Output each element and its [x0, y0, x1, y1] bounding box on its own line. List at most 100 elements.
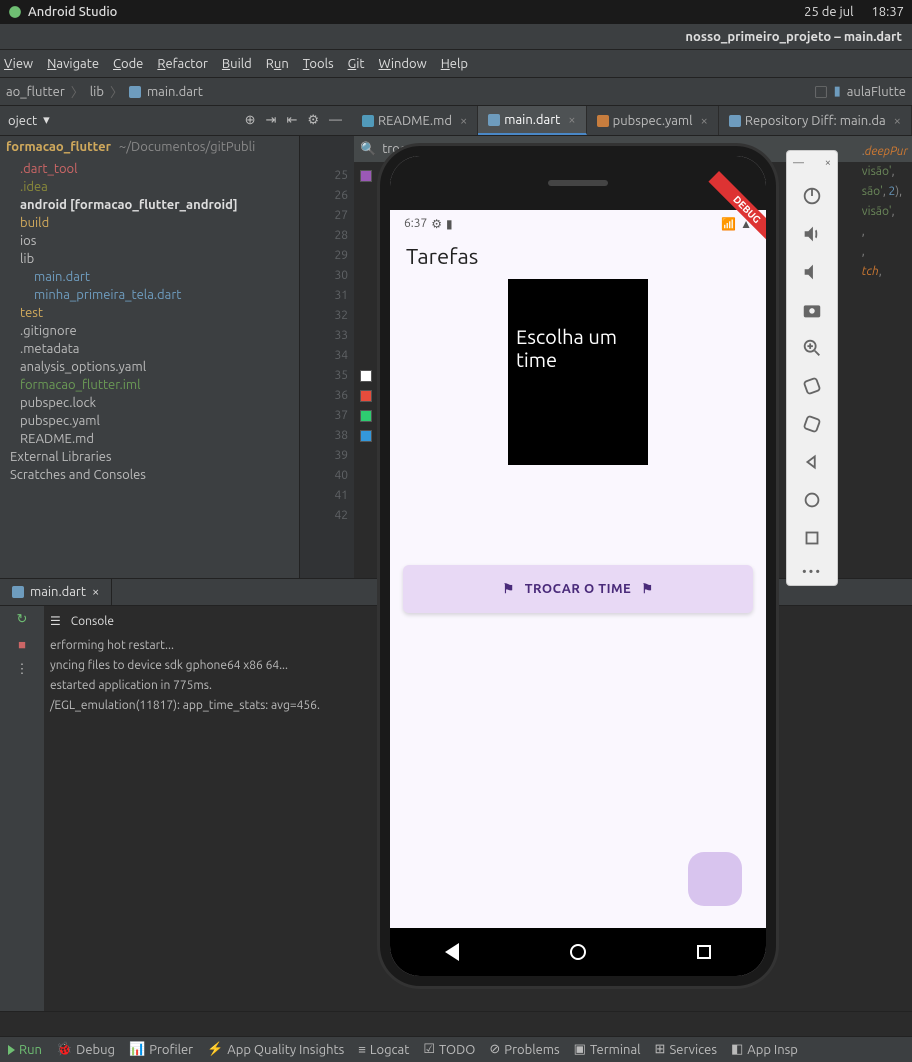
color-swatch	[360, 410, 372, 422]
tool-logcat[interactable]: ≡ Logcat	[358, 1042, 409, 1057]
tool-debug[interactable]: 🐞 Debug	[56, 1042, 115, 1057]
collapse-icon[interactable]: ⇤	[286, 113, 297, 128]
menu-help[interactable]: Help	[441, 57, 468, 71]
tool-terminal[interactable]: ▣ Terminal	[574, 1042, 641, 1057]
filter-icon[interactable]: ☰	[50, 614, 61, 628]
device-nav-bar	[390, 928, 766, 976]
tool-todo[interactable]: ☑ TODO	[423, 1042, 475, 1057]
menu-tools[interactable]: Tools	[303, 57, 334, 71]
tool-run[interactable]: Run	[8, 1043, 42, 1057]
tree-item[interactable]: External Libraries	[6, 448, 299, 466]
tree-item[interactable]: test	[6, 304, 299, 322]
tool-app-insp[interactable]: ◧ App Insp	[731, 1042, 798, 1057]
close-icon[interactable]: ×	[568, 113, 575, 127]
os-time: 18:37	[871, 5, 904, 19]
rerun-icon[interactable]: ↻	[17, 612, 28, 627]
tool-quality[interactable]: ⚡ App Quality Insights	[207, 1042, 344, 1057]
rotate-left-icon[interactable]	[801, 375, 823, 397]
close-icon[interactable]: ×	[894, 114, 901, 128]
volume-down-icon[interactable]	[801, 261, 823, 283]
nav-back-icon[interactable]	[445, 943, 459, 961]
gear-icon[interactable]: ⚙	[307, 113, 319, 128]
dart-file-icon	[129, 86, 141, 98]
tree-item[interactable]: main.dart	[6, 268, 299, 286]
zoom-icon[interactable]	[801, 337, 823, 359]
menu-build[interactable]: Build	[222, 57, 252, 71]
tree-item[interactable]: README.md	[6, 430, 299, 448]
tree-item[interactable]: .idea	[6, 178, 299, 196]
close-icon[interactable]: ×	[460, 114, 467, 128]
project-sidebar: formacao_flutter ~/Documentos/gitPubli .…	[0, 136, 300, 578]
editor-tab[interactable]: main.dart×	[478, 106, 586, 135]
console-label: Console	[71, 615, 114, 628]
rotate-right-icon[interactable]	[801, 413, 823, 435]
menu-run[interactable]: Run	[266, 57, 289, 71]
tree-item[interactable]: pubspec.yaml	[6, 412, 299, 430]
chevron-icon: 〉	[71, 82, 84, 101]
menu-window[interactable]: Window	[379, 57, 427, 71]
color-swatch	[360, 430, 372, 442]
dart-file-icon	[12, 586, 24, 598]
crumb-2[interactable]: lib	[90, 85, 104, 99]
wifi-icon: 📶	[721, 217, 736, 231]
tool-profiler[interactable]: 📊 Profiler	[129, 1042, 193, 1057]
locate-icon[interactable]: ⊕	[245, 113, 256, 128]
minimize-icon[interactable]: —	[793, 157, 804, 169]
editor-tab[interactable]: pubspec.yaml×	[587, 106, 719, 135]
back-icon[interactable]	[801, 451, 823, 473]
tool-problems[interactable]: ⊘ Problems	[489, 1042, 559, 1057]
dropdown-icon[interactable]: ▾	[43, 113, 50, 128]
tree-item[interactable]: lib	[6, 250, 299, 268]
os-app-name: Android Studio	[28, 5, 117, 19]
build-icon[interactable]	[814, 85, 828, 99]
tree-item[interactable]: .gitignore	[6, 322, 299, 340]
close-icon[interactable]: ×	[701, 114, 708, 128]
tree-item[interactable]: Scratches and Consoles	[6, 466, 299, 484]
nav-recents-icon[interactable]	[697, 945, 711, 959]
editor-tab[interactable]: Repository Diff: main.da ×	[719, 106, 912, 135]
menu-bar: View Navigate Code Refactor Build Run To…	[0, 50, 912, 78]
project-tool-label[interactable]: oject	[8, 114, 37, 128]
tree-item[interactable]: minha_primeira_tela.dart	[6, 286, 299, 304]
run-config[interactable]: aulaFlutte	[847, 85, 906, 99]
tool-services[interactable]: ⊞ Services	[655, 1042, 717, 1057]
battery-icon: ▮	[446, 217, 453, 231]
menu-refactor[interactable]: Refactor	[157, 57, 208, 71]
menu-git[interactable]: Git	[348, 57, 365, 71]
editor-tab[interactable]: README.md×	[352, 106, 478, 135]
tree-item[interactable]: build	[6, 214, 299, 232]
tree-item[interactable]: .metadata	[6, 340, 299, 358]
close-icon[interactable]: ×	[825, 157, 831, 169]
tab-label: Repository Diff: main.da	[745, 114, 886, 128]
floating-action-button[interactable]	[688, 852, 742, 906]
tree-item[interactable]: analysis_options.yaml	[6, 358, 299, 376]
tree-item[interactable]: pubspec.lock	[6, 394, 299, 412]
overview-icon[interactable]	[801, 527, 823, 549]
tree-item[interactable]: android [formacao_flutter_android]	[6, 196, 299, 214]
more-icon[interactable]: ⋮	[16, 662, 29, 677]
power-icon[interactable]	[801, 185, 823, 207]
tree-item[interactable]: formacao_flutter.iml	[6, 376, 299, 394]
more-icon[interactable]: •••	[802, 565, 822, 579]
tree-item[interactable]: .dart_tool	[6, 160, 299, 178]
hide-icon[interactable]: —	[329, 113, 342, 128]
crumb-3[interactable]: main.dart	[147, 85, 203, 99]
trocar-time-button[interactable]: ⚑ TROCAR O TIME ⚑	[403, 565, 753, 613]
run-tab-main[interactable]: main.dart ×	[0, 579, 112, 605]
camera-icon[interactable]	[801, 299, 823, 321]
volume-up-icon[interactable]	[801, 223, 823, 245]
button-label: TROCAR O TIME	[525, 582, 632, 596]
nav-home-icon[interactable]	[570, 944, 586, 960]
menu-navigate[interactable]: Navigate	[47, 57, 99, 71]
crumb-1[interactable]: ao_flutter	[6, 85, 65, 99]
menu-view[interactable]: View	[4, 57, 33, 71]
run-tab-label: main.dart	[30, 585, 86, 599]
stop-icon[interactable]: ■	[18, 637, 26, 652]
editor-tabs: README.md×main.dart×pubspec.yaml×Reposit…	[352, 106, 912, 135]
close-icon[interactable]: ×	[92, 585, 99, 599]
expand-icon[interactable]: ⇥	[266, 113, 277, 128]
tree-item[interactable]: ios	[6, 232, 299, 250]
home-icon[interactable]	[801, 489, 823, 511]
menu-code[interactable]: Code	[113, 57, 143, 71]
project-root[interactable]: formacao_flutter	[6, 140, 111, 154]
